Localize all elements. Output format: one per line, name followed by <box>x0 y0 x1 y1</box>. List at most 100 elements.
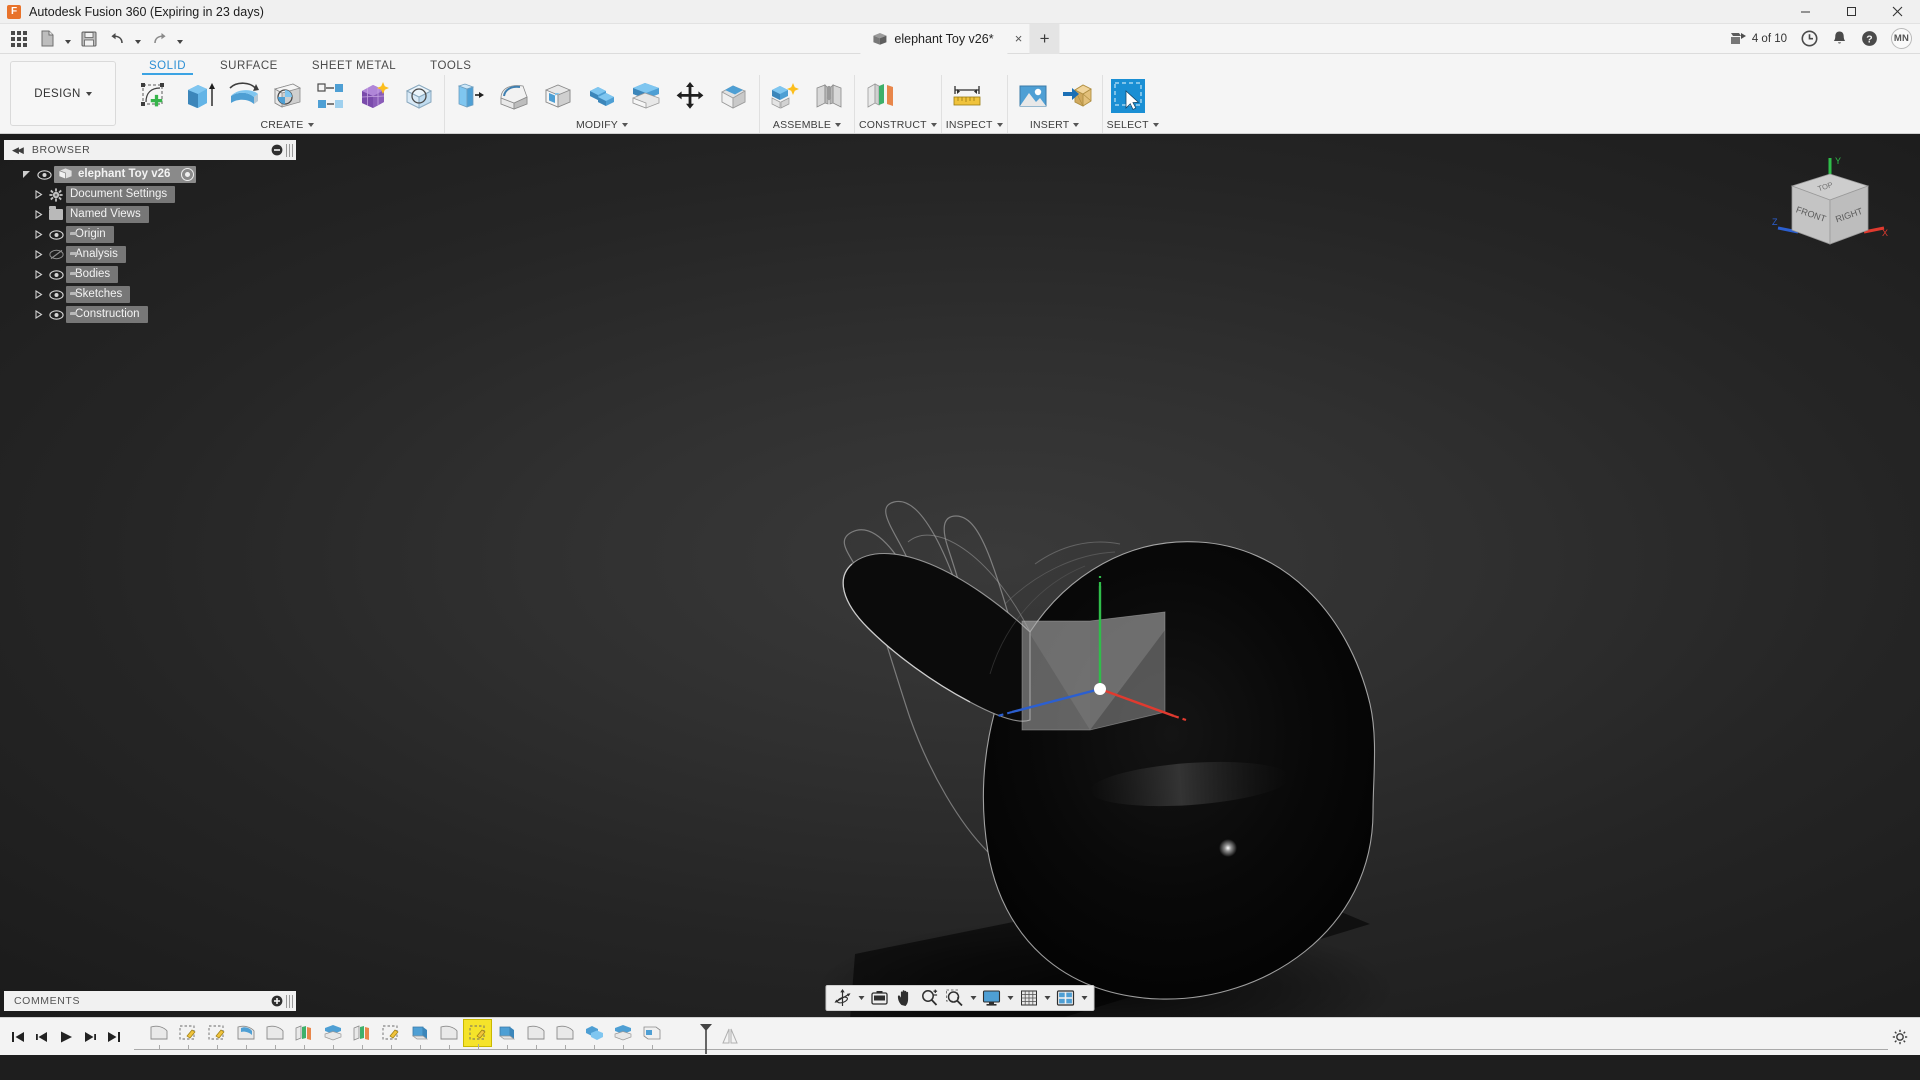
collapse-left-icon[interactable]: ◀◀ <box>12 145 24 156</box>
comments-panel[interactable]: COMMENTS <box>4 991 296 1011</box>
visibility-eye-icon[interactable] <box>46 305 66 324</box>
tree-item-chip[interactable]: Sketches <box>66 286 131 303</box>
fillet-icon[interactable] <box>493 75 535 117</box>
offset-plane-icon[interactable] <box>859 75 901 117</box>
ribbon-panel-assemble-label[interactable]: ASSEMBLE <box>764 117 850 133</box>
ribbon-panel-insert-label[interactable]: INSERT <box>1012 117 1098 133</box>
zoom-window-dropdown-caret[interactable] <box>968 987 979 1009</box>
tree-row-bodies[interactable]: Bodies <box>0 265 300 284</box>
timeline-feature-selected-sketch[interactable] <box>463 1018 492 1049</box>
step-back-icon[interactable] <box>30 1022 54 1052</box>
tab-surface[interactable]: SURFACE <box>203 60 295 75</box>
viewports-dropdown-caret[interactable] <box>1079 987 1090 1009</box>
look-at-icon[interactable] <box>868 987 892 1009</box>
timeline-feature-sketch-edit-2[interactable] <box>202 1019 231 1050</box>
browser-resize-grip[interactable] <box>286 143 293 157</box>
close-document-tab-button[interactable]: × <box>1008 24 1030 54</box>
offset-face-icon[interactable] <box>625 75 667 117</box>
timeline-feature-extrude-1[interactable] <box>405 1019 434 1050</box>
tree-row-analysis[interactable]: Analysis <box>0 245 300 264</box>
ribbon-panel-create-label[interactable]: CREATE <box>134 117 440 133</box>
select-icon[interactable] <box>1107 75 1149 117</box>
active-component-radio[interactable] <box>181 168 195 181</box>
tree-item-chip[interactable]: Document Settings <box>66 186 176 203</box>
visibility-eye-icon[interactable] <box>46 225 66 244</box>
go-to-beginning-icon[interactable] <box>6 1022 30 1052</box>
maximize-button[interactable] <box>1828 0 1874 24</box>
grid-snaps-dropdown-caret[interactable] <box>1042 987 1053 1009</box>
minimize-button[interactable] <box>1782 0 1828 24</box>
visibility-eye-icon[interactable] <box>34 165 54 184</box>
viewports-icon[interactable] <box>1054 987 1078 1009</box>
visibility-eye-hidden-icon[interactable] <box>46 245 66 264</box>
tree-row-sketches[interactable]: Sketches <box>0 285 300 304</box>
align-icon[interactable] <box>713 75 755 117</box>
job-status-indicator[interactable]: 4 of 10 <box>1724 26 1793 52</box>
display-settings-icon[interactable] <box>980 987 1004 1009</box>
revolve-icon[interactable] <box>222 75 264 117</box>
pan-icon[interactable] <box>893 987 917 1009</box>
new-file-icon[interactable] <box>34 27 60 51</box>
view-cube[interactable]: Y Z X TOP FRONT RIGHT <box>1768 152 1892 264</box>
recent-activity-icon[interactable] <box>1795 24 1823 54</box>
timeline-feature-combine[interactable] <box>579 1019 608 1050</box>
create-sketch-icon[interactable] <box>134 75 176 117</box>
tree-item-chip[interactable]: Named Views <box>66 206 149 223</box>
timeline-mirror-end-icon[interactable] <box>719 1024 741 1048</box>
app-grid-icon[interactable] <box>6 27 32 51</box>
redo-icon[interactable] <box>146 27 172 51</box>
browser-options-icon[interactable] <box>268 144 286 156</box>
timeline-feature-offset-2[interactable] <box>608 1019 637 1050</box>
measure-icon[interactable] <box>946 75 988 117</box>
zoom-window-icon[interactable] <box>943 987 967 1009</box>
tree-item-chip[interactable]: Origin <box>66 226 114 243</box>
timeline-feature-sketch-5[interactable] <box>550 1019 579 1050</box>
combine-icon[interactable] <box>581 75 623 117</box>
press-pull-icon[interactable] <box>449 75 491 117</box>
move-copy-icon[interactable] <box>669 75 711 117</box>
disclosure-triangle-collapsed-icon[interactable] <box>30 265 46 284</box>
comments-resize-grip[interactable] <box>286 994 293 1008</box>
sweep-icon[interactable] <box>266 75 308 117</box>
insert-mesh-icon[interactable] <box>1056 75 1098 117</box>
form-icon[interactable] <box>354 75 396 117</box>
help-icon[interactable]: ? <box>1855 24 1883 54</box>
redo-dropdown-caret[interactable] <box>174 27 186 51</box>
timeline-feature-shell[interactable] <box>637 1019 666 1050</box>
disclosure-triangle-collapsed-icon[interactable] <box>30 225 46 244</box>
tree-item-chip[interactable]: Bodies <box>66 266 119 283</box>
tree-item-chip[interactable]: Analysis <box>66 246 126 263</box>
tree-row-origin[interactable]: Origin <box>0 225 300 244</box>
tree-row-named-views[interactable]: Named Views <box>0 205 300 224</box>
timeline-feature-plane-2[interactable] <box>347 1019 376 1050</box>
go-to-end-icon[interactable] <box>102 1022 126 1052</box>
timeline-feature-sketch-3[interactable] <box>434 1019 463 1050</box>
timeline-feature-sketch-edit-1[interactable] <box>173 1019 202 1050</box>
ribbon-panel-inspect-label[interactable]: INSPECT <box>946 117 1003 133</box>
close-button[interactable] <box>1874 0 1920 24</box>
tree-item-chip[interactable]: Construction <box>66 306 148 323</box>
disclosure-triangle-collapsed-icon[interactable] <box>30 205 46 224</box>
document-tab-elephant-toy[interactable]: elephant Toy v26* <box>860 23 1008 54</box>
timeline-feature-loft[interactable] <box>231 1019 260 1050</box>
ribbon-panel-modify-label[interactable]: MODIFY <box>449 117 755 133</box>
new-file-dropdown-caret[interactable] <box>62 27 74 51</box>
step-forward-icon[interactable] <box>78 1022 102 1052</box>
save-icon[interactable] <box>76 27 102 51</box>
joint-icon[interactable] <box>808 75 850 117</box>
disclosure-triangle-collapsed-icon[interactable] <box>30 285 46 304</box>
timeline-end-marker[interactable] <box>699 1023 712 1054</box>
disclosure-triangle-collapsed-icon[interactable] <box>30 185 46 204</box>
tree-row-document-settings[interactable]: Document Settings <box>0 185 300 204</box>
ribbon-panel-construct-label[interactable]: CONSTRUCT <box>859 117 937 133</box>
tab-solid[interactable]: SOLID <box>132 60 203 75</box>
timeline-settings-icon[interactable] <box>1888 1022 1912 1052</box>
tree-row-construction[interactable]: Construction <box>0 305 300 324</box>
shell-icon[interactable] <box>537 75 579 117</box>
disclosure-triangle-expanded-icon[interactable] <box>18 165 34 184</box>
timeline-feature-sketch-4[interactable] <box>521 1019 550 1050</box>
tree-row-elephant-toy[interactable]: elephant Toy v26 <box>0 165 300 184</box>
timeline-feature-sketch-1[interactable] <box>144 1019 173 1050</box>
timeline-feature-sketch-2[interactable] <box>260 1019 289 1050</box>
3d-canvas-workspace[interactable]: ◀◀ BROWSER elephant Toy v26 Document Set… <box>0 134 1920 1017</box>
